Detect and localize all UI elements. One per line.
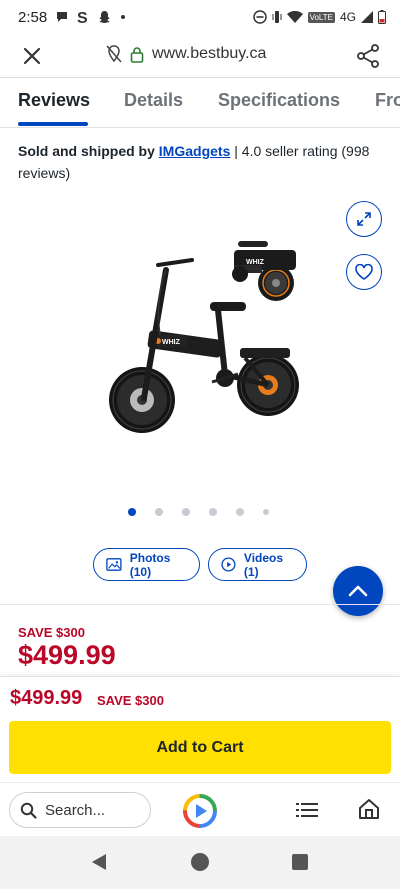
- system-home-button[interactable]: [191, 853, 209, 871]
- browser-bottom-bar: Search...: [0, 782, 400, 836]
- browser-search-input[interactable]: Search...: [9, 792, 151, 828]
- seller-link[interactable]: IMGadgets: [159, 143, 231, 159]
- snapchat-icon: [99, 10, 110, 23]
- sticky-save-amount: SAVE $300: [97, 693, 164, 708]
- tab-specifications[interactable]: Specifications: [218, 90, 340, 111]
- photos-label: Photos (10): [129, 550, 171, 579]
- svg-text:WHIZ: WHIZ: [246, 259, 265, 266]
- status-bar: 2:58 S VoLTE 4G: [0, 0, 400, 34]
- product-price: $499.99: [18, 640, 116, 670]
- wifi-icon: [286, 11, 303, 23]
- heart-icon: [355, 264, 373, 280]
- network-type: 4G: [339, 10, 356, 24]
- carousel-dot[interactable]: [209, 508, 217, 516]
- save-amount: SAVE $300: [18, 625, 85, 640]
- no-tracking-icon: [106, 45, 122, 63]
- expand-image-button[interactable]: [346, 201, 382, 237]
- search-placeholder: Search...: [45, 801, 106, 819]
- lock-icon: [130, 46, 144, 63]
- search-icon: [20, 802, 37, 819]
- folded-bike-illustration: WHIZ: [232, 241, 296, 301]
- signal-icon: [361, 11, 373, 23]
- recent-apps-button[interactable]: [292, 854, 308, 870]
- product-tabs: Reviews Details Specifications Fro: [0, 78, 400, 128]
- photos-button[interactable]: Photos (10): [93, 548, 200, 581]
- tab-details[interactable]: Details: [124, 90, 183, 111]
- share-icon: [357, 44, 379, 68]
- videos-label: Videos (1): [243, 550, 284, 579]
- svg-text:S: S: [77, 10, 88, 25]
- play-icon: [221, 557, 236, 572]
- system-navigation-bar: [0, 836, 400, 889]
- url-text: www.bestbuy.ca: [152, 45, 267, 62]
- battery-icon: [378, 10, 386, 24]
- back-icon[interactable]: [90, 853, 108, 871]
- status-time: 2:58: [18, 8, 48, 26]
- favourite-button[interactable]: [346, 254, 382, 290]
- product-image[interactable]: WHIZ WHIZ: [100, 230, 310, 445]
- browser-url-bar: www.bestbuy.ca: [0, 34, 400, 78]
- seller-prefix: Sold and shipped by: [18, 143, 155, 159]
- list-icon[interactable]: [296, 801, 318, 819]
- photo-icon: [106, 558, 122, 571]
- s-app-icon: S: [77, 10, 88, 25]
- image-carousel-dots: [128, 508, 269, 516]
- google-play-icon[interactable]: [183, 794, 217, 828]
- share-button[interactable]: [356, 43, 380, 69]
- carousel-dot[interactable]: [182, 508, 190, 516]
- url-display[interactable]: www.bestbuy.ca: [106, 45, 266, 63]
- tab-from-manufacturer[interactable]: Fro: [375, 90, 400, 111]
- seller-info: Sold and shipped by IMGadgets | 4.0 sell…: [18, 140, 388, 184]
- chevron-up-icon: [348, 585, 368, 597]
- home-icon[interactable]: [358, 798, 380, 820]
- close-tab-button[interactable]: [20, 44, 44, 68]
- sticky-price: $499.99: [10, 687, 83, 709]
- do-not-disturb-icon: [252, 10, 267, 24]
- svg-text:WHIZ: WHIZ: [162, 339, 181, 346]
- chat-bubble-icon: [57, 12, 68, 22]
- active-tab-indicator: [18, 122, 88, 126]
- vibrate-icon: [272, 11, 282, 23]
- tab-reviews[interactable]: Reviews: [18, 90, 90, 111]
- carousel-dot[interactable]: [155, 508, 163, 516]
- expand-icon: [357, 212, 371, 226]
- carousel-dot[interactable]: [128, 508, 136, 516]
- dot-icon: [121, 15, 126, 19]
- carousel-dot[interactable]: [263, 509, 269, 515]
- carousel-dot[interactable]: [236, 508, 244, 516]
- price-section: SAVE $300 $499.99: [0, 604, 400, 676]
- videos-button[interactable]: Videos (1): [208, 548, 307, 581]
- close-icon: [23, 47, 41, 65]
- sticky-add-to-cart-bar: $499.99 SAVE $300 Add to Cart: [0, 676, 400, 782]
- volte-badge: VoLTE: [307, 11, 335, 23]
- add-to-cart-button[interactable]: Add to Cart: [9, 721, 391, 774]
